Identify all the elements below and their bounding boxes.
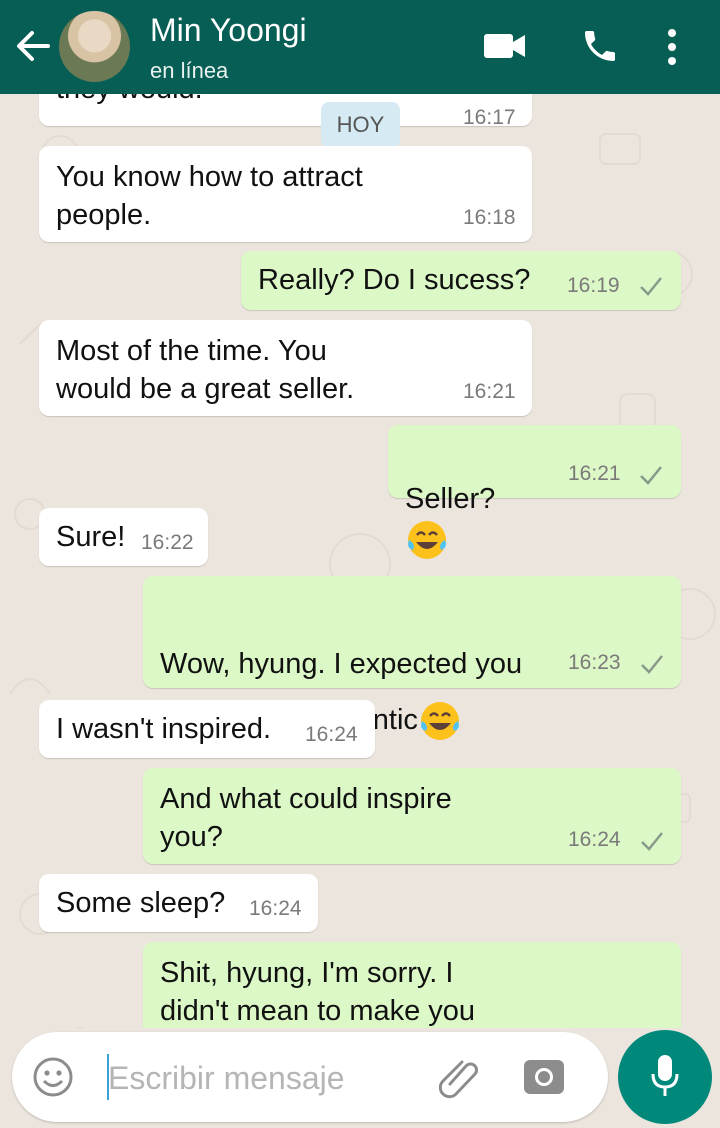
mic-icon — [651, 1055, 679, 1096]
message-bubble-incoming[interactable]: Sure! 16:22 — [39, 508, 208, 566]
message-list[interactable]: they would. 16:17 HOY You know how to at… — [0, 94, 720, 1028]
message-bubble-outgoing[interactable]: And what could inspire you? 16:24 — [143, 768, 681, 864]
read-check-icon — [641, 655, 663, 674]
message-bubble-outgoing[interactable]: Wow, hyung. I expected you to be more ro… — [143, 576, 681, 741]
message-bubble-incoming[interactable]: I wasn't inspired. 16:24 — [39, 700, 375, 758]
chat-header: Min Yoongi en línea — [0, 0, 720, 94]
back-arrow-icon[interactable] — [12, 26, 52, 66]
message-bubble-outgoing[interactable]: Really? Do I sucess? 16:19 — [241, 251, 681, 310]
message-time: 16:24 — [249, 897, 302, 920]
message-time: 16:22 — [141, 531, 194, 554]
message-bubble-incoming[interactable]: Some sleep? 16:24 — [39, 874, 318, 932]
message-input[interactable]: Escribir mensaje — [108, 1060, 345, 1097]
video-call-icon[interactable] — [482, 30, 527, 62]
message-time: 16:21 — [568, 462, 621, 485]
voice-record-button[interactable] — [618, 1030, 712, 1124]
message-text: they would. — [56, 94, 203, 108]
message-time: 16:18 — [463, 206, 516, 229]
emoji-icon[interactable] — [32, 1056, 74, 1098]
attach-icon[interactable] — [436, 1054, 482, 1100]
message-text: Shit, hyung, I'm sorry. I didn't mean to… — [160, 957, 476, 1027]
read-check-icon — [641, 832, 663, 851]
message-text: Really? Do I sucess? — [258, 264, 531, 296]
read-check-icon — [640, 466, 662, 485]
message-time: 16:19 — [567, 274, 620, 297]
message-bubble-incoming[interactable]: You know how to attract people. 16:18 — [39, 146, 532, 242]
message-time: 16:23 — [568, 651, 621, 674]
message-bubble-incoming[interactable]: they would. 16:17 — [39, 94, 532, 129]
message-text: Most of the time. You would be a great s… — [56, 335, 355, 405]
day-separator: HOY — [321, 102, 400, 148]
message-time: 16:24 — [305, 723, 358, 746]
message-bubble-outgoing[interactable]: Seller? 16:21 — [388, 425, 681, 559]
message-time: 16:24 — [568, 828, 621, 851]
message-text: Sure! — [56, 521, 126, 553]
more-vert-icon[interactable] — [662, 28, 682, 66]
message-text-content: Seller? — [405, 483, 496, 515]
message-composer: Escribir mensaje — [12, 1032, 608, 1122]
message-text: Seller? — [405, 442, 495, 562]
message-bubble-incoming[interactable]: Most of the time. You would be a great s… — [39, 320, 532, 416]
message-text: And what could inspire you? — [160, 783, 452, 853]
message-text: You know how to attract people. — [56, 161, 363, 231]
avatar[interactable] — [59, 11, 130, 82]
message-time: 16:21 — [463, 380, 516, 403]
phone-icon[interactable] — [580, 26, 620, 66]
contact-status: en línea — [150, 58, 229, 83]
read-check-icon — [640, 277, 662, 296]
message-bubble-outgoing[interactable]: Shit, hyung, I'm sorry. I didn't mean to… — [143, 942, 681, 1028]
message-time: 16:17 — [463, 106, 516, 129]
tears-of-joy-emoji-icon — [420, 702, 459, 741]
message-text: I wasn't inspired. — [56, 713, 272, 745]
tears-of-joy-emoji-icon — [408, 521, 446, 559]
camera-icon[interactable] — [522, 1056, 566, 1098]
contact-name[interactable]: Min Yoongi — [150, 12, 307, 49]
message-text: Some sleep? — [56, 887, 226, 919]
